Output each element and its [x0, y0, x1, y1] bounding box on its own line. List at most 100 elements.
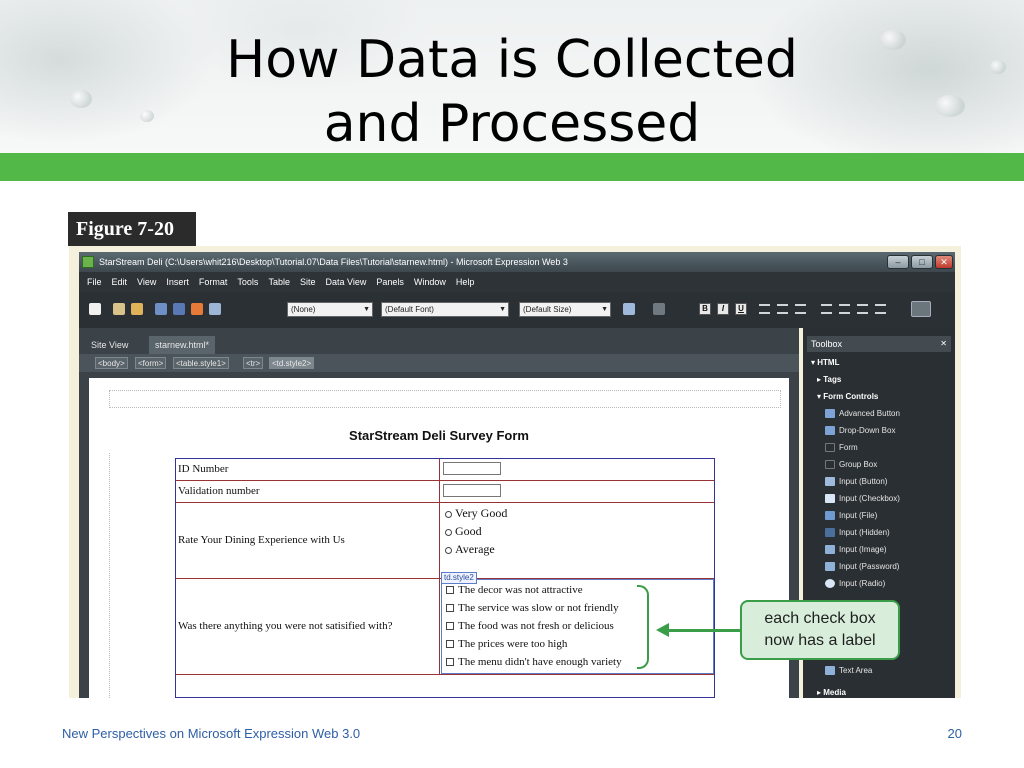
open-icon[interactable]: [113, 303, 125, 315]
tag-body[interactable]: <body>: [95, 357, 128, 369]
align-center-icon[interactable]: [777, 304, 788, 314]
password-icon: [825, 562, 835, 571]
new-page-icon[interactable]: [89, 303, 101, 315]
menu-data-view[interactable]: Data View: [320, 272, 371, 292]
check-service[interactable]: The service was slow or not friendly: [446, 602, 619, 614]
radio-average[interactable]: Average: [445, 542, 495, 557]
toolbox-tags[interactable]: ▸ Tags: [803, 371, 953, 388]
table-row: ID Number: [176, 459, 714, 481]
menu-insert[interactable]: Insert: [161, 272, 194, 292]
form-icon: [825, 443, 835, 452]
editor-pane: Site View starnew.html* <body> <form> <t…: [79, 328, 799, 698]
toolbox-form-controls[interactable]: ▾ Form Controls: [803, 388, 953, 405]
chevron-down-icon: ▼: [363, 306, 370, 313]
menu-view[interactable]: View: [132, 272, 161, 292]
toolbox-input-hidden[interactable]: Input (Hidden): [803, 524, 953, 541]
header-green-band: [0, 153, 1024, 181]
menu-help[interactable]: Help: [451, 272, 480, 292]
table-row: Rate Your Dining Experience with Us Very…: [176, 503, 714, 579]
toolbox-item-label: Text Area: [839, 666, 873, 675]
publish-icon[interactable]: [191, 303, 203, 315]
radio-good[interactable]: Good: [445, 524, 482, 539]
check-menu[interactable]: The menu didn't have enough variety: [446, 656, 622, 668]
menu-edit[interactable]: Edit: [107, 272, 133, 292]
style-combo-value: (None): [291, 305, 316, 314]
rating-cell: Very Good Good Average: [441, 503, 714, 578]
save-all-icon[interactable]: [173, 303, 185, 315]
radio-very-good[interactable]: Very Good: [445, 506, 507, 521]
toolbox-input-checkbox[interactable]: Input (Checkbox): [803, 490, 953, 507]
radio-icon: [445, 546, 452, 554]
bold-button[interactable]: B: [699, 303, 711, 315]
tag-tr[interactable]: <tr>: [243, 357, 264, 369]
minimize-button[interactable]: –: [887, 255, 909, 269]
radio-good-label: Good: [455, 524, 482, 538]
toolbox-drop-down-box[interactable]: Drop-Down Box: [803, 422, 953, 439]
indent-icon[interactable]: [875, 304, 886, 314]
menu-window[interactable]: Window: [409, 272, 451, 292]
toolbox-item-label: Media: [823, 688, 846, 697]
toolbox-input-file[interactable]: Input (File): [803, 507, 953, 524]
tag-form[interactable]: <form>: [135, 357, 167, 369]
radio-very-good-label: Very Good: [455, 506, 508, 520]
check-food-label: The food was not fresh or delicious: [458, 620, 614, 632]
maximize-button[interactable]: □: [911, 255, 933, 269]
check-menu-label: The menu didn't have enough variety: [458, 656, 622, 668]
id-number-input[interactable]: [443, 462, 501, 475]
outdent-icon[interactable]: [857, 304, 868, 314]
toolbox-input-image[interactable]: Input (Image): [803, 541, 953, 558]
toolbox-input-password[interactable]: Input (Password): [803, 558, 953, 575]
bullet-list-icon[interactable]: [839, 304, 850, 314]
preview-icon[interactable]: [209, 303, 221, 315]
menu-bar: File Edit View Insert Format Tools Table Site Da…: [79, 272, 955, 292]
size-combo[interactable]: (Default Size) ▼: [519, 302, 611, 317]
align-left-icon[interactable]: [759, 304, 770, 314]
menu-table[interactable]: Table: [263, 272, 295, 292]
pin-icon[interactable]: ✕: [940, 336, 947, 352]
callout-line1: each check box: [764, 610, 876, 627]
check-service-label: The service was slow or not friendly: [458, 602, 619, 614]
close-button[interactable]: ✕: [935, 255, 953, 269]
check-prices[interactable]: The prices were too high: [446, 638, 567, 650]
numbered-list-icon[interactable]: [821, 304, 832, 314]
form-title: StarStream Deli Survey Form: [349, 428, 529, 443]
tag-table[interactable]: <table.style1>: [173, 357, 229, 369]
font-combo[interactable]: (Default Font) ▼: [381, 302, 509, 317]
italic-button[interactable]: I: [717, 303, 729, 315]
design-view[interactable]: StarStream Deli Survey Form ID Number Va…: [89, 378, 789, 698]
menu-format[interactable]: Format: [194, 272, 233, 292]
toolbox-html[interactable]: ▾ HTML: [803, 354, 953, 371]
style-combo[interactable]: (None) ▼: [287, 302, 373, 317]
toolbox-text-area[interactable]: Text Area: [803, 662, 953, 679]
radio-icon: [445, 510, 452, 518]
align-right-icon[interactable]: [795, 304, 806, 314]
tag-td[interactable]: <td.style2>: [269, 357, 315, 369]
tab-site-view[interactable]: Site View: [85, 336, 134, 354]
toolbox-media[interactable]: ▸ Media: [803, 684, 953, 698]
toolbox-item-label: Input (Password): [839, 562, 900, 571]
underline-button[interactable]: U: [735, 303, 747, 315]
file-icon: [825, 511, 835, 520]
check-food[interactable]: The food was not fresh or delicious: [446, 620, 614, 632]
toolbox-group-box[interactable]: Group Box: [803, 456, 953, 473]
undo-icon[interactable]: [623, 303, 635, 315]
save-icon[interactable]: [155, 303, 167, 315]
toolbox-input-button[interactable]: Input (Button): [803, 473, 953, 490]
slide-title-line1: How Data is Collected: [226, 30, 798, 90]
menu-file[interactable]: File: [79, 272, 107, 292]
toolbox-item-label: Input (Button): [839, 477, 888, 486]
hidden-icon: [825, 528, 835, 537]
toolbox-advanced-button[interactable]: Advanced Button: [803, 405, 953, 422]
validation-number-input[interactable]: [443, 484, 501, 497]
tab-starnew[interactable]: starnew.html*: [149, 336, 216, 354]
toolbox-input-radio[interactable]: Input (Radio): [803, 575, 953, 592]
check-decor[interactable]: The decor was not attractive: [446, 584, 583, 596]
menu-panels[interactable]: Panels: [371, 272, 409, 292]
toolbox-form[interactable]: Form: [803, 439, 953, 456]
redo-icon[interactable]: [653, 303, 665, 315]
empty-div-outline: [109, 390, 781, 408]
folder-icon[interactable]: [131, 303, 143, 315]
menu-tools[interactable]: Tools: [232, 272, 263, 292]
menu-site[interactable]: Site: [295, 272, 321, 292]
borders-icon[interactable]: [911, 301, 931, 317]
